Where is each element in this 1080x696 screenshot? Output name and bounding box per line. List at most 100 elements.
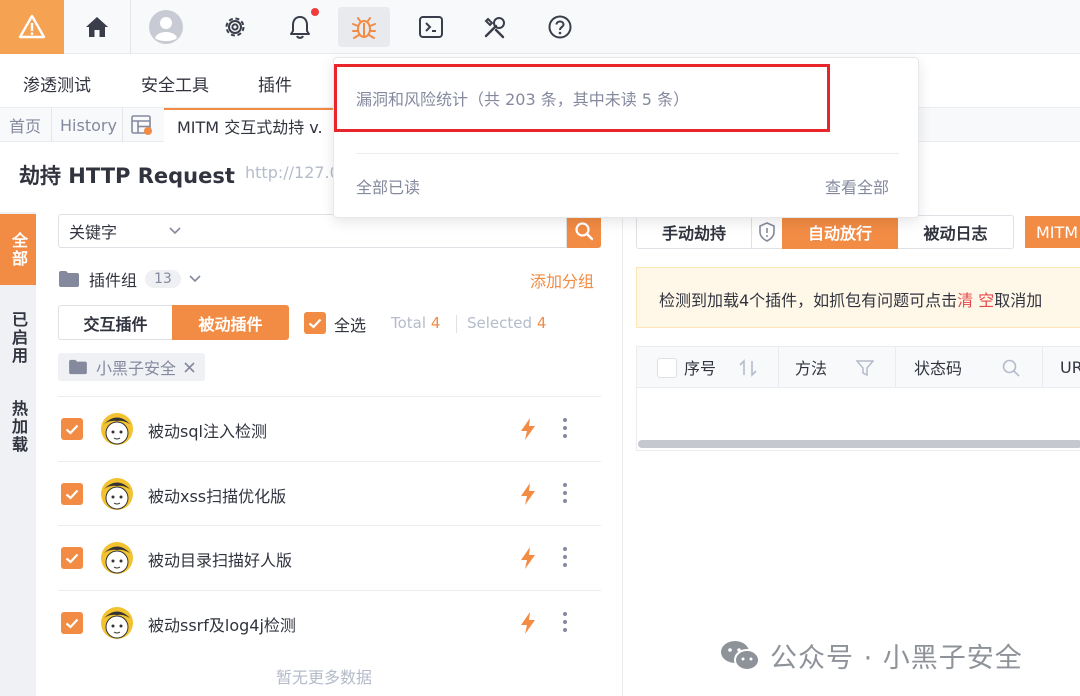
column-header-status[interactable]: 状态码 [914,347,962,387]
check-icon [65,553,79,564]
group-filter-chip: 小黑子安全 [58,353,206,381]
column-header-method[interactable]: 方法 [795,347,827,387]
plugin-name: 被动目录扫描好人版 [148,551,293,570]
watermark: 公众号 · 小黑子安全 [720,636,1023,675]
side-tab-all[interactable]: 全部 [0,214,36,285]
sort-icon[interactable] [738,359,758,377]
help-icon[interactable] [534,7,586,47]
view-all-link[interactable]: 查看全部 [825,174,889,198]
total-count: Total 4 [391,314,441,332]
hijack-mode-group: 手动劫持 自动放行 被动日志 [636,215,1014,249]
list-item[interactable]: 被动ssrf及log4j检测 [58,590,601,655]
search-type-select[interactable]: 关键字 [58,214,192,248]
top-toolbar [0,0,1080,54]
table-header: 序号 方法 状态码 UR [636,346,1080,388]
close-icon[interactable] [184,361,195,373]
mitm-tag: MITM [1025,216,1080,248]
plugin-name: 被动ssrf及log4j检测 [148,616,296,635]
list-item[interactable]: 被动sql注入检测 [58,396,601,461]
more-vertical-icon[interactable] [562,546,568,568]
more-vertical-icon[interactable] [562,417,568,439]
check-icon [308,318,322,329]
gear-icon[interactable] [209,7,261,47]
warning-icon[interactable] [0,0,64,54]
plugin-author-avatar [101,413,133,445]
menu-item-plugins[interactable]: 插件 [258,71,292,96]
proxy-url: http://127.0 [245,163,340,182]
search-button[interactable] [567,214,601,248]
page-title: 劫持 HTTP Request [19,164,235,188]
side-tabs: 全部 已启用 热加载 [0,212,36,696]
passive-log-button[interactable]: 被动日志 [898,215,1014,249]
selected-count: Selected 4 [467,314,547,332]
search-type-label: 关键字 [69,223,118,242]
watermark-text: 公众号 · 小黑子安全 [770,643,1023,674]
manual-hijack-button[interactable]: 手动劫持 [636,215,752,249]
lightning-icon[interactable] [519,417,537,441]
clear-link[interactable]: 清 空 [957,291,994,310]
tab-mitm[interactable]: MITM 交互式劫持 v. [164,108,336,142]
shield-icon[interactable] [752,215,782,249]
plugin-group-selector[interactable]: 插件组 13 [58,264,201,294]
tab-history[interactable]: History [60,108,117,142]
side-tab-hot-reload[interactable]: 热加载 [0,387,36,467]
search-icon [575,222,594,241]
check-icon [65,618,79,629]
chevron-down-icon [189,275,201,283]
plugin-name: 被动xss扫描优化版 [148,487,287,506]
plugin-load-notice: 检测到加载4个插件，如抓包有问题可点击清 空取消加 [636,267,1080,328]
mark-all-read-link[interactable]: 全部已读 [356,174,420,198]
wechat-icon [721,640,760,671]
plugin-group-count: 13 [145,270,181,288]
auto-release-button[interactable]: 自动放行 [782,215,898,249]
passive-plugins-button[interactable]: 被动插件 [172,305,289,340]
plugin-checkbox[interactable] [61,418,83,440]
lightning-icon[interactable] [519,546,537,570]
tools-icon[interactable] [469,7,521,47]
menu-item-security-tools[interactable]: 安全工具 [141,71,209,96]
lightning-icon[interactable] [519,482,537,506]
check-icon [65,489,79,500]
menu-item-pentest[interactable]: 渗透测试 [23,71,91,96]
check-icon [65,424,79,435]
user-avatar-icon[interactable] [140,7,192,47]
more-vertical-icon[interactable] [562,482,568,504]
group-filter-label: 小黑子安全 [96,359,177,378]
tab-home[interactable]: 首页 [9,108,41,142]
search-icon[interactable] [1001,358,1021,378]
column-header-index[interactable]: 序号 [684,347,716,387]
plugin-name: 被动sql注入检测 [148,422,267,441]
side-tab-enabled[interactable]: 已启用 [0,298,36,378]
filter-icon[interactable] [856,359,874,377]
folder-icon [59,271,79,287]
select-all-checkbox[interactable] [304,312,326,334]
list-item[interactable]: 被动xss扫描优化版 [58,461,601,526]
add-group-link[interactable]: 添加分组 [530,268,594,292]
list-empty-footer: 暂无更多数据 [276,668,373,687]
table-icon[interactable] [131,108,153,142]
folder-icon [69,359,87,375]
lightning-icon[interactable] [519,611,537,635]
header-checkbox[interactable] [657,358,677,378]
plugin-checkbox[interactable] [61,483,83,505]
plugin-checkbox[interactable] [61,612,83,634]
plugin-checkbox[interactable] [61,547,83,569]
interactive-plugins-button[interactable]: 交互插件 [58,305,173,340]
select-all-label[interactable]: 全选 [334,312,366,336]
terminal-icon[interactable] [405,7,457,47]
plugin-author-avatar [101,478,133,510]
highlight-box [334,64,830,132]
plugin-author-avatar [101,542,133,574]
column-header-url[interactable]: UR [1060,347,1080,387]
chevron-down-icon [169,227,181,235]
more-vertical-icon[interactable] [562,611,568,633]
plugin-group-label: 插件组 [89,271,138,290]
home-icon[interactable] [71,7,123,47]
bell-icon[interactable] [274,7,326,47]
search-input[interactable] [191,214,567,248]
list-item[interactable]: 被动目录扫描好人版 [58,525,601,590]
plugin-author-avatar [101,607,133,639]
horizontal-scrollbar[interactable] [638,440,1080,448]
notification-dot [311,8,319,16]
bug-icon[interactable] [338,7,390,47]
